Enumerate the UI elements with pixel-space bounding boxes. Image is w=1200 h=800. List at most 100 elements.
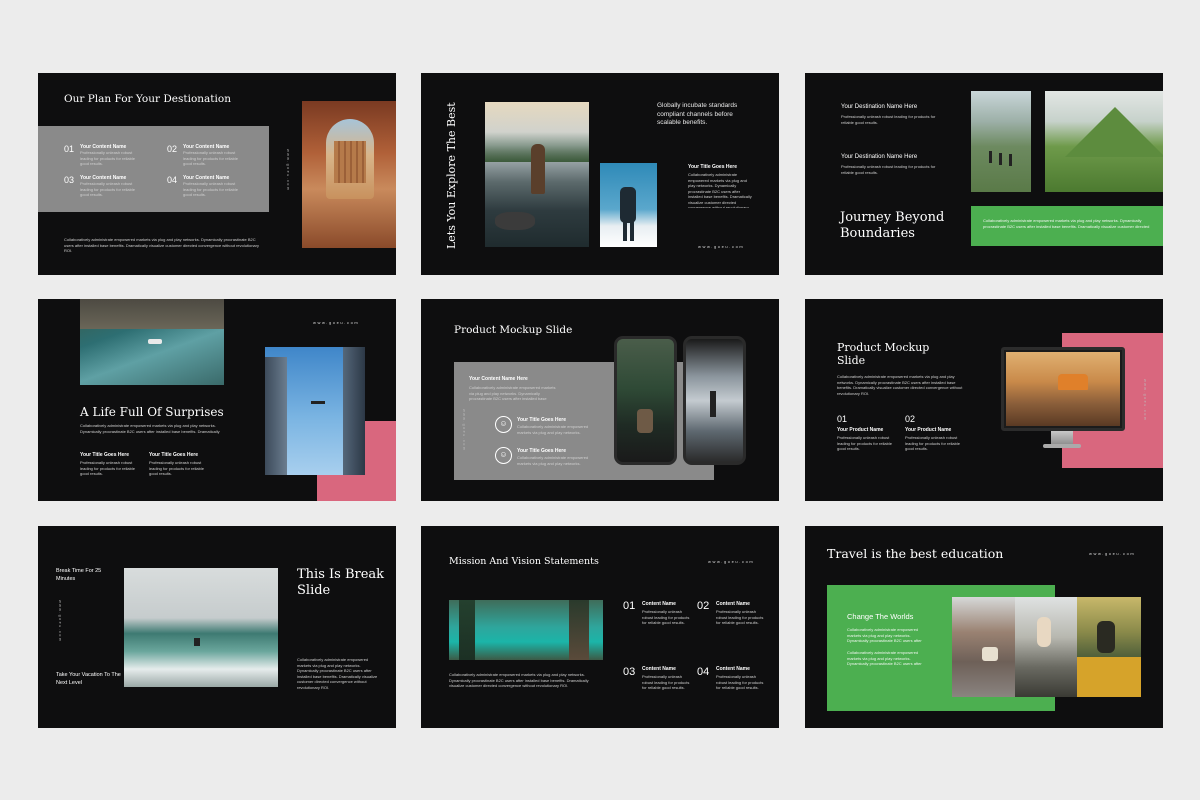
panel-text: Collaboratively administrate empowered m…	[847, 627, 927, 644]
item-icon: ☺	[495, 447, 512, 464]
skyscrapers-photo	[265, 347, 365, 475]
body-text: Collaboratively administrate empowered m…	[837, 374, 963, 396]
mountain-ridge-photo	[1045, 91, 1163, 192]
body-text: Collaboratively administrate empowered m…	[449, 672, 589, 688]
car-window-photo	[1077, 597, 1141, 697]
turquoise-lake-photo	[449, 600, 603, 660]
content-item: 02 Your Content Name Professionally unlea…	[167, 144, 243, 167]
item-number: 01	[837, 414, 848, 424]
vertical-url: www.goeu.com	[58, 600, 62, 643]
item-number: 01	[623, 600, 636, 612]
item-number: 03	[64, 175, 75, 185]
item-text: Professionally unleash robust leading fo…	[642, 674, 690, 690]
item-number: 04	[697, 666, 710, 678]
slide-life-surprises[interactable]: A Life Full Of Surprises Collaboratively…	[38, 299, 396, 501]
item-text: Professionally unleash robust leading fo…	[905, 435, 960, 451]
slide-break[interactable]: Break Time For 25 Minutes www.goeu.com T…	[38, 526, 396, 728]
vertical-url: www.goeu.com	[1143, 379, 1147, 422]
panel-text: Collaboratively administrate empowered m…	[847, 650, 927, 667]
slide-product-mockup-phones[interactable]: Product Mockup Slide Your Content Name H…	[421, 299, 779, 501]
sub-text: Collaboratively administrate empowered m…	[688, 172, 752, 208]
item-text: Collaboratively administrate empowered m…	[517, 455, 589, 466]
green-bar-text: Collaboratively administrate empowered m…	[983, 218, 1150, 230]
slide-title: Travel is the best education	[827, 546, 1004, 561]
item-number: 02	[905, 414, 916, 424]
vertical-url: www.goeu.com	[462, 409, 466, 452]
sub-title: Your Title Goes Here	[688, 164, 737, 170]
gray-content-panel	[38, 126, 269, 212]
surfer-wave-photo	[124, 568, 278, 687]
panel-label: Your Content Name Here	[469, 376, 528, 382]
slide-travel-education[interactable]: Travel is the best education www.goeu.co…	[805, 526, 1163, 728]
slide-title: A Life Full Of Surprises	[80, 405, 224, 419]
item-label: Content Name	[716, 666, 750, 672]
slide-mission-vision[interactable]: Mission And Vision Statements www.goeu.c…	[421, 526, 779, 728]
break-time-text: Break Time For 25 Minutes	[56, 568, 102, 582]
item-icon: ☺	[495, 416, 512, 433]
item-label: Content Name	[716, 601, 750, 607]
item-text: Professionally unleash robust leading fo…	[716, 674, 764, 690]
phone-mockup-cave	[683, 336, 746, 465]
item-number: 03	[623, 666, 636, 678]
url: www.goeu.com	[1089, 551, 1136, 556]
body-text: Collaboratively administrate empowered m…	[80, 423, 220, 435]
panel-text: Collaboratively administrate empowered m…	[469, 385, 557, 403]
phone-mockup-forest	[614, 336, 677, 465]
destination-text: Professionally unleash robust leading fo…	[841, 164, 936, 175]
destination-label: Your Destination Name Here	[841, 104, 918, 110]
slide-title: Product Mockup Slide	[837, 341, 930, 367]
item-text: Professionally unleash robust leading fo…	[716, 609, 764, 625]
hands-window-photo	[1015, 597, 1077, 697]
item-text: Professionally unleash robust leading fo…	[837, 435, 892, 451]
monitor-base	[1043, 444, 1081, 448]
item-title: Your Title Goes Here	[517, 448, 566, 454]
column-text: Professionally unleash robust leading fo…	[80, 460, 135, 476]
boat-lake-photo	[80, 299, 224, 385]
item-text: Professionally unleash robust leading fo…	[183, 181, 238, 197]
slide-product-mockup-monitor[interactable]: Product Mockup Slide Collaboratively adm…	[805, 299, 1163, 501]
item-text: Professionally unleash robust leading fo…	[80, 181, 135, 197]
vertical-title: Lets You Explore The Best	[445, 102, 458, 249]
content-item: 04 Your Content Name Professionally unlea…	[167, 175, 243, 198]
content-item: 01 Your Content Name Professionally unlea…	[64, 144, 140, 167]
item-label: Your Product Name	[905, 427, 952, 433]
column-text: Professionally unleash robust leading fo…	[149, 460, 204, 476]
green-text-bar: Collaboratively administrate empowered m…	[971, 206, 1163, 246]
vertical-url: www.goeu.com	[286, 149, 290, 192]
van-desert-photo	[1006, 352, 1120, 426]
column-title: Your Title Goes Here	[149, 452, 198, 458]
item-text: Collaboratively administrate empowered m…	[517, 424, 589, 435]
slide-title: Product Mockup Slide	[454, 324, 573, 336]
monitor-stand	[1051, 431, 1073, 445]
panel-title: Change The Worlds	[847, 612, 914, 621]
slide-title: This Is Break Slide	[297, 567, 385, 598]
column-title: Your Title Goes Here	[80, 452, 129, 458]
body-text: Collaboratively administrate empowered m…	[297, 657, 378, 690]
lake-hiker-photo	[485, 102, 589, 247]
item-label: Your Product Name	[837, 427, 884, 433]
item-text: Professionally unleash robust leading fo…	[642, 609, 690, 625]
slide-title: Journey Beyond Boundaries	[840, 210, 945, 241]
slide-plan-destination[interactable]: Our Plan For Your Destionation 01 Your C…	[38, 73, 396, 275]
monitor-mockup	[1001, 347, 1125, 431]
item-number: 01	[64, 144, 75, 154]
destination-text: Professionally unleash robust leading fo…	[841, 114, 936, 125]
item-text: Professionally unleash robust leading fo…	[80, 150, 135, 166]
url: www.goeu.com	[708, 559, 755, 564]
vacation-text: Take Your Vacation To The Next Level	[56, 672, 121, 686]
intro-text: Globally incubate standards compliant ch…	[657, 102, 738, 126]
slide-title: Our Plan For Your Destionation	[64, 93, 231, 105]
slide-explore-best[interactable]: Lets You Explore The Best Globally incub…	[421, 73, 779, 275]
petra-photo	[302, 101, 396, 248]
item-label: Content Name	[642, 666, 676, 672]
url: www.goeu.com	[698, 244, 745, 249]
item-label: Content Name	[642, 601, 676, 607]
item-title: Your Title Goes Here	[517, 417, 566, 423]
hikers-valley-photo	[971, 91, 1031, 192]
item-number: 04	[167, 175, 178, 185]
destination-label: Your Destination Name Here	[841, 154, 918, 160]
slide-title: Mission And Vision Statements	[449, 556, 599, 567]
item-number: 02	[167, 144, 178, 154]
slide-journey[interactable]: Your Destination Name Here Professionall…	[805, 73, 1163, 275]
body-text: Collaboratively administrate empowered m…	[64, 237, 259, 253]
